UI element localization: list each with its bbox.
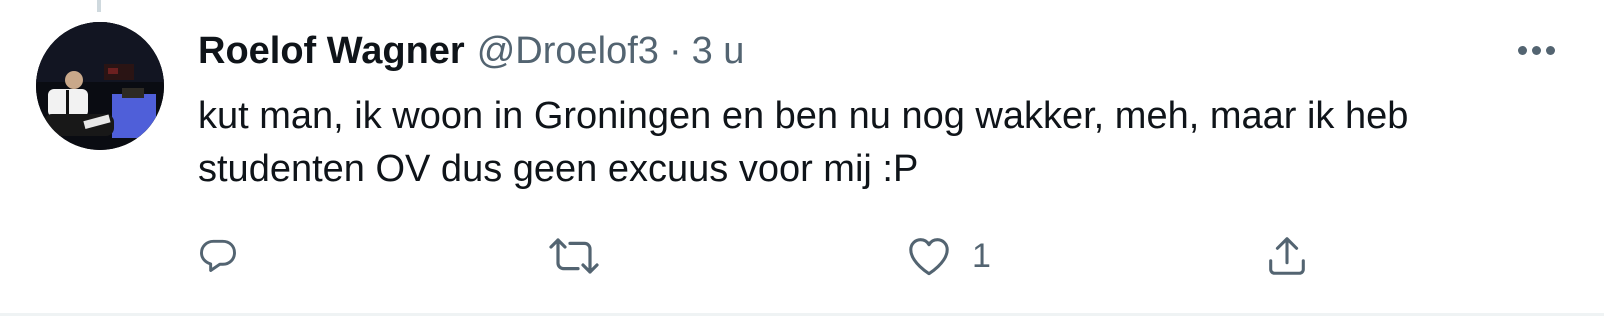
like-count: 1	[972, 236, 991, 275]
more-options-icon[interactable]	[1512, 30, 1560, 70]
retweet-icon	[549, 238, 599, 274]
reply-button[interactable]	[196, 226, 240, 286]
tweet-actions: 1	[0, 226, 1604, 286]
retweet-button[interactable]	[548, 226, 600, 286]
header-separator: ·	[668, 30, 682, 72]
avatar[interactable]	[36, 22, 164, 150]
author-handle[interactable]: @Droelof3	[477, 26, 659, 76]
author-display-name[interactable]: Roelof Wagner	[198, 26, 465, 76]
more-dot	[1531, 45, 1541, 55]
tweet-text: kut man, ik woon in Groningen en ben nu …	[198, 95, 1409, 190]
heart-icon	[909, 238, 949, 276]
share-button[interactable]	[1264, 226, 1310, 286]
avatar-image	[36, 22, 164, 150]
tweet[interactable]: Roelof Wagner @Droelof3 · 3 u kut man, i…	[0, 0, 1604, 314]
tweet-timestamp[interactable]: 3 u	[692, 26, 745, 76]
tweet-header: Roelof Wagner @Droelof3 · 3 u	[198, 26, 744, 76]
share-icon	[1269, 237, 1305, 275]
more-dot	[1517, 45, 1527, 55]
more-dot	[1545, 45, 1555, 55]
reply-icon	[200, 239, 236, 272]
like-button[interactable]: 1	[906, 226, 991, 286]
